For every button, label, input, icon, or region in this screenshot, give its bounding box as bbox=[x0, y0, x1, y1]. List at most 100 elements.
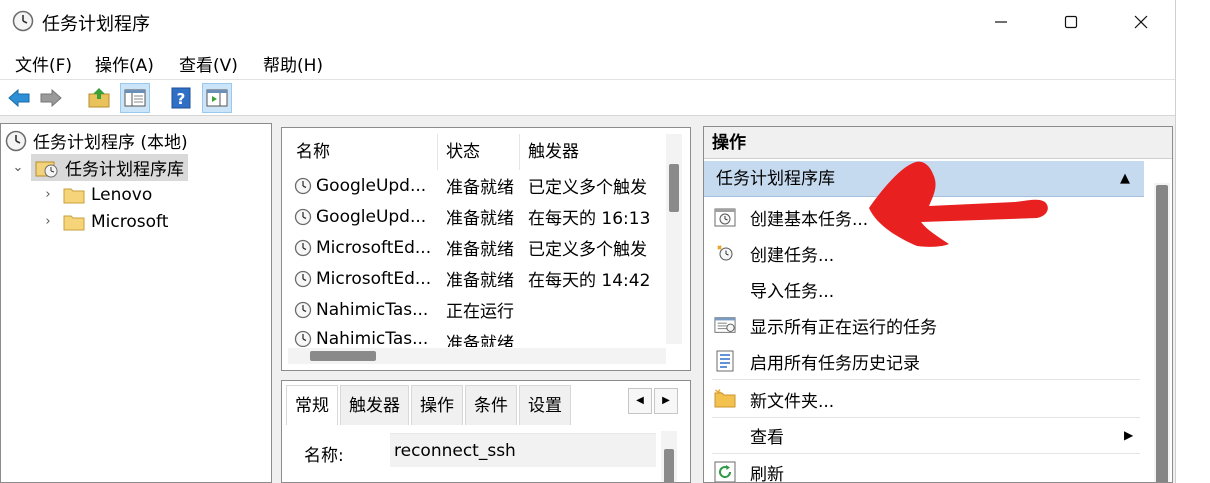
maximize-icon bbox=[1064, 15, 1078, 29]
chevron-right-icon[interactable]: › bbox=[41, 187, 55, 202]
menu-bar: 文件(F) 操作(A) 查看(V) 帮助(H) bbox=[0, 44, 1175, 80]
task-list-horizontal-scrollbar[interactable] bbox=[288, 348, 666, 364]
task-list-vertical-scrollbar[interactable] bbox=[666, 134, 682, 344]
scrollbar-thumb[interactable] bbox=[310, 351, 376, 361]
table-row[interactable]: MicrosoftEd... 准备就绪 在每天的 14:42 bbox=[288, 263, 666, 294]
column-header-status[interactable]: 状态 bbox=[438, 134, 520, 170]
chevron-right-icon[interactable]: › bbox=[41, 214, 55, 229]
actions-vertical-scrollbar[interactable] bbox=[1154, 183, 1170, 482]
menu-file[interactable]: 文件(F) bbox=[15, 51, 72, 76]
menu-action[interactable]: 操作(A) bbox=[95, 51, 154, 76]
window-title: 任务计划程序 bbox=[42, 14, 150, 35]
task-status: 准备就绪 bbox=[446, 240, 514, 260]
action-new-folder[interactable]: 新文件夹... bbox=[704, 381, 1144, 417]
task-status: 准备就绪 bbox=[446, 271, 514, 291]
action-label: 创建任务... bbox=[750, 245, 835, 266]
task-trigger: 在每天的 14:42 bbox=[528, 271, 651, 291]
tree-item-microsoft[interactable]: › Microsoft bbox=[41, 208, 168, 235]
minimize-icon bbox=[995, 21, 1007, 23]
clock-icon bbox=[5, 130, 27, 151]
actions-section-label: 任务计划程序库 bbox=[716, 169, 835, 189]
action-label: 查看 bbox=[750, 427, 784, 448]
task-list-header: 名称 状态 触发器 bbox=[288, 134, 666, 170]
scrollbar-thumb[interactable] bbox=[664, 449, 674, 482]
task-trigger: 已定义多个触发 bbox=[528, 240, 647, 260]
tab-general[interactable]: 常规 bbox=[286, 385, 338, 425]
collapse-up-icon[interactable]: ▲ bbox=[1120, 161, 1130, 197]
task-clock-icon bbox=[294, 301, 312, 318]
create-task-icon bbox=[714, 242, 736, 264]
forward-icon bbox=[40, 88, 62, 108]
tab-scroll-left-icon[interactable]: ◀ bbox=[628, 388, 652, 414]
tree-item-lenovo[interactable]: › Lenovo bbox=[41, 181, 152, 208]
navigation-tree: 任务计划程序 (本地) ⌄ 任务计划程序库 › Lenovo › Microso… bbox=[0, 123, 272, 483]
action-show-running-tasks[interactable]: 显示所有正在运行的任务 bbox=[704, 307, 1144, 343]
details-tabs: 常规 触发器 操作 条件 设置 bbox=[286, 385, 573, 425]
tree-item-root[interactable]: 任务计划程序 (本地) bbox=[5, 127, 188, 154]
tab-scroll-right-icon[interactable]: ▶ bbox=[654, 388, 678, 414]
show-hide-action-pane-icon bbox=[206, 89, 228, 107]
toolbar: ? bbox=[0, 80, 1175, 116]
menu-view[interactable]: 查看(V) bbox=[179, 51, 238, 76]
action-view[interactable]: 查看 ▶ bbox=[704, 417, 1144, 453]
tab-settings[interactable]: 设置 bbox=[519, 385, 571, 425]
task-status: 准备就绪 bbox=[446, 209, 514, 229]
task-name: GoogleUpd... bbox=[316, 206, 427, 227]
task-clock-icon bbox=[294, 270, 312, 287]
show-hide-tree-icon bbox=[124, 89, 146, 107]
action-label: 刷新 bbox=[750, 464, 784, 483]
task-name-field[interactable]: reconnect_ssh bbox=[390, 433, 656, 467]
task-clock-icon bbox=[294, 239, 312, 256]
table-row[interactable]: MicrosoftEd... 准备就绪 已定义多个触发 bbox=[288, 232, 666, 263]
folder-icon bbox=[63, 215, 85, 230]
task-folder-icon bbox=[35, 161, 58, 177]
tab-conditions[interactable]: 条件 bbox=[465, 385, 517, 425]
task-scheduler-app-icon bbox=[12, 10, 34, 32]
submenu-arrow-icon: ▶ bbox=[1124, 428, 1134, 442]
tab-actions[interactable]: 操作 bbox=[411, 385, 463, 425]
task-status: 正在运行 bbox=[446, 302, 514, 322]
task-name: NahimicTas... bbox=[316, 299, 429, 320]
tree-item-library[interactable]: ⌄ 任务计划程序库 bbox=[11, 154, 188, 181]
column-header-name[interactable]: 名称 bbox=[288, 134, 438, 170]
tab-triggers[interactable]: 触发器 bbox=[340, 385, 409, 425]
task-clock-icon bbox=[294, 208, 312, 225]
column-header-trigger[interactable]: 触发器 bbox=[520, 134, 666, 170]
show-hide-action-pane-button[interactable] bbox=[202, 83, 232, 113]
action-refresh[interactable]: 刷新 bbox=[704, 454, 1144, 483]
actions-divider bbox=[712, 379, 1140, 380]
folder-icon bbox=[63, 188, 85, 203]
show-hide-tree-button[interactable] bbox=[120, 83, 150, 113]
back-button[interactable] bbox=[4, 83, 34, 113]
task-name: MicrosoftEd... bbox=[316, 237, 432, 258]
minimize-button[interactable] bbox=[966, 0, 1036, 44]
running-tasks-icon bbox=[714, 314, 736, 336]
close-icon bbox=[1134, 15, 1148, 29]
help-button[interactable]: ? bbox=[166, 83, 196, 113]
task-name: GoogleUpd... bbox=[316, 175, 427, 196]
forward-button[interactable] bbox=[36, 83, 66, 113]
action-label: 创建基本任务... bbox=[750, 209, 869, 230]
table-row[interactable]: GoogleUpd... 准备就绪 在每天的 16:13 bbox=[288, 201, 666, 232]
task-name: NahimicTas... bbox=[316, 329, 429, 347]
red-annotation-arrow bbox=[869, 161, 1048, 247]
action-import-task[interactable]: 导入任务... bbox=[704, 271, 1144, 307]
scrollbar-thumb[interactable] bbox=[1156, 185, 1168, 482]
close-button[interactable] bbox=[1106, 0, 1175, 44]
details-vertical-scrollbar[interactable] bbox=[661, 431, 677, 482]
maximize-button[interactable] bbox=[1036, 0, 1106, 44]
chevron-down-icon[interactable]: ⌄ bbox=[11, 160, 25, 175]
action-enable-history[interactable]: 启用所有任务历史记录 bbox=[704, 343, 1144, 379]
up-folder-button[interactable] bbox=[84, 83, 114, 113]
action-label: 导入任务... bbox=[750, 281, 835, 302]
back-icon bbox=[8, 88, 30, 108]
scrollbar-thumb[interactable] bbox=[669, 164, 679, 212]
table-row[interactable]: GoogleUpd... 准备就绪 已定义多个触发 bbox=[288, 170, 666, 201]
menu-help[interactable]: 帮助(H) bbox=[263, 51, 323, 76]
task-trigger: 已定义多个触发 bbox=[528, 178, 647, 198]
table-row[interactable]: NahimicTas... 正在运行 bbox=[288, 294, 666, 325]
table-row[interactable]: NahimicTas... 准备就绪 bbox=[288, 325, 666, 347]
title-bar: 任务计划程序 bbox=[0, 0, 1175, 44]
action-label: 显示所有正在运行的任务 bbox=[750, 317, 937, 338]
task-status: 准备就绪 bbox=[446, 334, 514, 347]
